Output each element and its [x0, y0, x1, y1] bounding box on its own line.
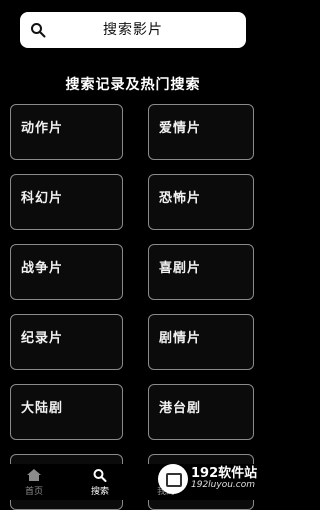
category-hktw-series[interactable]: 港台剧 — [148, 384, 254, 440]
watermark-url: 192luyou.com — [191, 480, 256, 490]
home-icon — [27, 469, 41, 481]
watermark-logo-icon — [158, 464, 188, 494]
category-horror[interactable]: 恐怖片 — [148, 174, 254, 230]
category-scifi[interactable]: 科幻片 — [10, 174, 123, 230]
search-icon — [93, 469, 107, 482]
category-war[interactable]: 战争片 — [10, 244, 123, 300]
category-action[interactable]: 动作片 — [10, 104, 123, 160]
search-input[interactable]: 搜索影片 — [20, 12, 246, 48]
watermark: 192软件站 192luyou.com — [158, 462, 264, 496]
tab-search-label: 搜索 — [90, 487, 109, 497]
category-grid: 动作片 爱情片 科幻片 恐怖片 战争片 喜剧片 纪录片 剧情片 大陆剧 港台剧 … — [10, 104, 254, 510]
tab-home[interactable]: 首页 — [14, 468, 54, 497]
category-comedy[interactable]: 喜剧片 — [148, 244, 254, 300]
category-romance[interactable]: 爱情片 — [148, 104, 254, 160]
category-documentary[interactable]: 纪录片 — [10, 314, 123, 370]
section-title: 搜索记录及热门搜索 — [65, 77, 201, 93]
category-mainland-series[interactable]: 大陆剧 — [10, 384, 123, 440]
search-placeholder: 搜索影片 — [103, 22, 163, 38]
tab-search[interactable]: 搜索 — [80, 468, 120, 497]
category-drama[interactable]: 剧情片 — [148, 314, 254, 370]
watermark-title: 192软件站 — [191, 466, 258, 481]
tab-home-label: 首页 — [24, 487, 43, 497]
